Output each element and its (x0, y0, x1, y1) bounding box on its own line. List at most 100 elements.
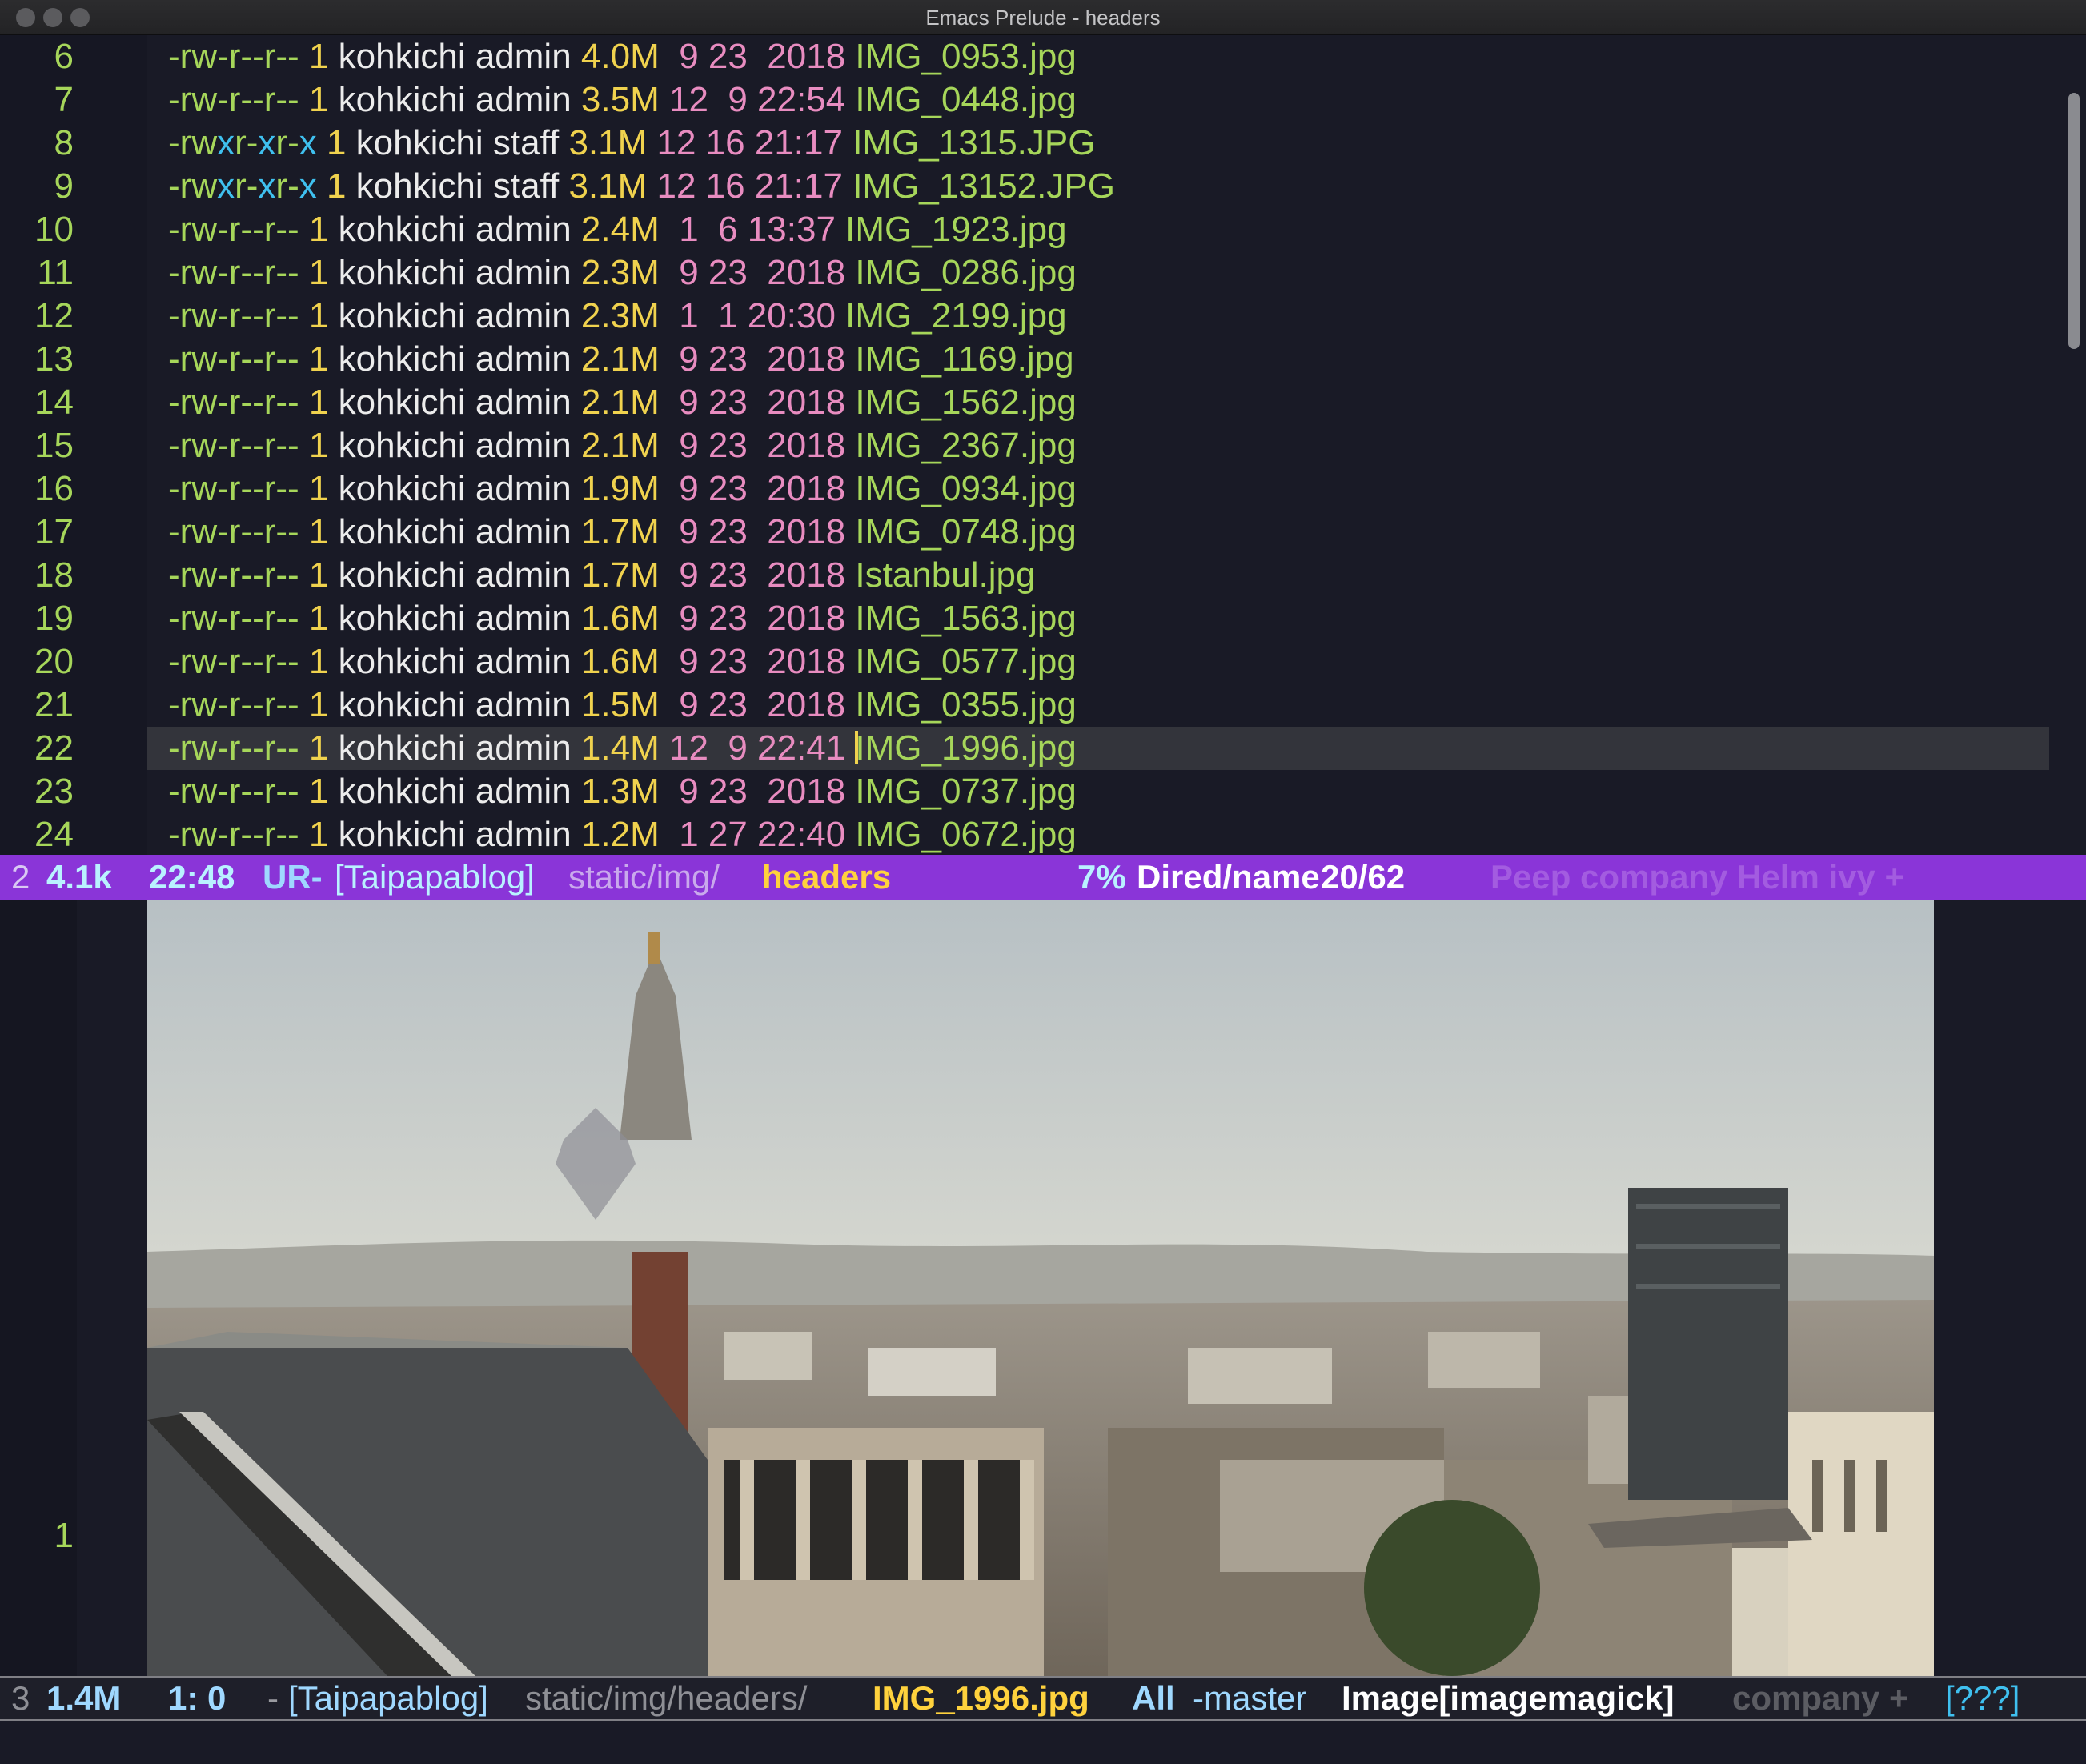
line-number: 19 (34, 599, 74, 638)
file-size: 2.1M (580, 426, 660, 465)
file-owner: kohkichi admin (338, 253, 572, 292)
file-size: 3.5M (580, 80, 660, 119)
dired-entry: -rw-r--r-- 1 kohkichi admin 1.5M 9 23 20… (168, 684, 1077, 727)
file-owner: kohkichi admin (338, 772, 572, 811)
link-count: 1 (308, 339, 329, 379)
line-number: 14 (34, 383, 74, 422)
file-permissions: -rw-r--r-- (168, 599, 299, 638)
minor-modes: Peep company Helm ivy + (1490, 858, 1905, 896)
dired-buffer[interactable]: 6 -rw-r--r-- 1 kohkichi admin 4.0M 9 23 2… (0, 35, 2086, 855)
dired-row[interactable]: 6 -rw-r--r-- 1 kohkichi admin 4.0M 9 23 2… (0, 35, 2049, 78)
line-number: 9 (54, 166, 74, 206)
emacs-window: Emacs Prelude - headers 6 -rw-r--r-- 1 ko… (0, 0, 2086, 1764)
file-name: IMG_0737.jpg (855, 772, 1077, 811)
dired-row-current[interactable]: 22 -rw-r--r-- 1 kohkichi admin 1.4M 12 9 … (34, 727, 2049, 770)
file-permissions: -rw-r--r-- (168, 339, 299, 379)
dired-row[interactable]: 13 -rw-r--r-- 1 kohkichi admin 2.1M 9 23 … (0, 338, 2049, 381)
line-number: 10 (34, 210, 74, 249)
dired-row[interactable]: 24 -rw-r--r-- 1 kohkichi admin 1.2M 1 27 … (0, 813, 2049, 856)
file-name: IMG_0748.jpg (855, 512, 1077, 551)
dired-row[interactable]: 23 -rw-r--r-- 1 kohkichi admin 1.3M 9 23 … (0, 770, 2049, 813)
file-size: 1.3M (580, 772, 660, 811)
file-name: IMG_0577.jpg (855, 642, 1077, 681)
dired-row[interactable]: 10 -rw-r--r-- 1 kohkichi admin 2.4M 1 6 1… (0, 208, 2049, 251)
file-owner: kohkichi admin (338, 599, 572, 638)
dired-entry: -rw-r--r-- 1 kohkichi admin 2.1M 9 23 20… (168, 338, 1074, 381)
dired-row[interactable]: 19 -rw-r--r-- 1 kohkichi admin 1.6M 9 23 … (0, 597, 2049, 640)
image-buffer[interactable]: 1 (0, 900, 2086, 1676)
dired-row[interactable]: 11 -rw-r--r-- 1 kohkichi admin 2.3M 9 23 … (0, 251, 2049, 295)
file-permissions: -rw-r--r-- (168, 253, 299, 292)
file-size: 1.4M (580, 728, 660, 768)
file-owner: kohkichi admin (338, 339, 572, 379)
dired-entry: -rw-r--r-- 1 kohkichi admin 2.4M 1 6 13:… (168, 208, 1067, 251)
file-owner: kohkichi admin (338, 469, 572, 508)
link-count: 1 (308, 383, 329, 422)
dired-row[interactable]: 20 -rw-r--r-- 1 kohkichi admin 1.6M 9 23 … (0, 640, 2049, 684)
flycheck-status: [???] (1945, 1679, 2020, 1717)
file-date: 9 23 2018 (668, 383, 846, 422)
dired-row[interactable]: 7 -rw-r--r-- 1 kohkichi admin 3.5M 12 9 2… (0, 78, 2049, 122)
line-number: 20 (34, 642, 74, 681)
file-owner: kohkichi admin (338, 728, 572, 768)
dired-entry: -rw-r--r-- 1 kohkichi admin 3.5M 12 9 22… (168, 78, 1077, 122)
file-permissions: -rwxr-xr-x (168, 166, 317, 206)
echo-area[interactable] (0, 1721, 2086, 1764)
file-name: IMG_1923.jpg (845, 210, 1067, 249)
file-size: 2.1M (580, 383, 660, 422)
buffer-state: - (267, 1679, 279, 1717)
file-date: 9 23 2018 (668, 772, 846, 811)
scrollbar[interactable] (2068, 93, 2080, 349)
major-mode: Image[imagemagick] (1342, 1679, 1675, 1717)
link-count: 1 (326, 166, 347, 206)
vc-branch: -master (1193, 1679, 1307, 1717)
link-count: 1 (308, 555, 329, 595)
file-name: IMG_0448.jpg (855, 80, 1077, 119)
line-number: 22 (34, 728, 74, 768)
file-size: 2.3M (580, 296, 660, 335)
file-name: IMG_1169.jpg (855, 339, 1074, 379)
mode-line-image: 3 1.4M 1: 0 - [Taipapablog] static/img/h… (0, 1676, 2086, 1721)
file-permissions: -rw-r--r-- (168, 728, 299, 768)
line-number: 6 (54, 37, 74, 76)
line-number: 17 (34, 512, 74, 551)
dired-row[interactable]: 12 -rw-r--r-- 1 kohkichi admin 2.3M 1 1 2… (0, 295, 2049, 338)
scroll-position: All (1132, 1679, 1175, 1717)
line-number: 12 (34, 296, 74, 335)
link-count: 1 (308, 469, 329, 508)
file-owner: kohkichi admin (338, 80, 572, 119)
file-size: 1.6M (580, 599, 660, 638)
window-title: Emacs Prelude - headers (925, 6, 1161, 30)
file-owner: kohkichi admin (338, 210, 572, 249)
dired-row[interactable]: 17 -rw-r--r-- 1 kohkichi admin 1.7M 9 23 … (0, 511, 2049, 554)
dired-row[interactable]: 15 -rw-r--r-- 1 kohkichi admin 2.1M 9 23 … (0, 424, 2049, 467)
file-permissions: -rw-r--r-- (168, 426, 299, 465)
dired-entry: -rw-r--r-- 1 kohkichi admin 4.0M 9 23 20… (168, 35, 1077, 78)
file-permissions: -rw-r--r-- (168, 383, 299, 422)
buffer-size: 1.4M (46, 1679, 122, 1717)
link-count: 1 (308, 772, 329, 811)
file-date: 1 27 22:40 (668, 815, 846, 854)
file-size: 1.2M (580, 815, 660, 854)
file-size: 1.7M (580, 555, 660, 595)
file-owner: kohkichi admin (338, 512, 572, 551)
dired-entry: -rw-r--r-- 1 kohkichi admin 2.1M 9 23 20… (168, 424, 1077, 467)
project-name: [Taipapablog] (335, 858, 535, 896)
dired-entry: -rwxr-xr-x 1 kohkichi staff 3.1M 12 16 2… (168, 122, 1095, 165)
dired-row[interactable]: 9 -rwxr-xr-x 1 kohkichi staff 3.1M 12 16 … (0, 165, 2049, 208)
file-size: 1.5M (580, 685, 660, 724)
file-permissions: -rw-r--r-- (168, 685, 299, 724)
line-number-gutter (0, 900, 77, 1676)
mode-line-dired: 2 4.1k 22:48 UR- [Taipapablog] static/im… (0, 855, 2086, 900)
buffer-name: IMG_1996.jpg (873, 1679, 1089, 1717)
link-count: 1 (308, 296, 329, 335)
dired-row[interactable]: 18 -rw-r--r-- 1 kohkichi admin 1.7M 9 23 … (0, 554, 2049, 597)
dired-row[interactable]: 16 -rw-r--r-- 1 kohkichi admin 1.9M 9 23 … (0, 467, 2049, 511)
dired-row[interactable]: 14 -rw-r--r-- 1 kohkichi admin 2.1M 9 23 … (0, 381, 2049, 424)
link-count: 1 (308, 642, 329, 681)
dired-row[interactable]: 21 -rw-r--r-- 1 kohkichi admin 1.5M 9 23 … (0, 684, 2049, 727)
dired-row[interactable]: 8 -rwxr-xr-x 1 kohkichi staff 3.1M 12 16 … (0, 122, 2049, 165)
dired-entry: -rw-r--r-- 1 kohkichi admin 1.4M 12 9 22… (168, 727, 1077, 770)
file-size: 2.3M (580, 253, 660, 292)
link-count: 1 (308, 210, 329, 249)
